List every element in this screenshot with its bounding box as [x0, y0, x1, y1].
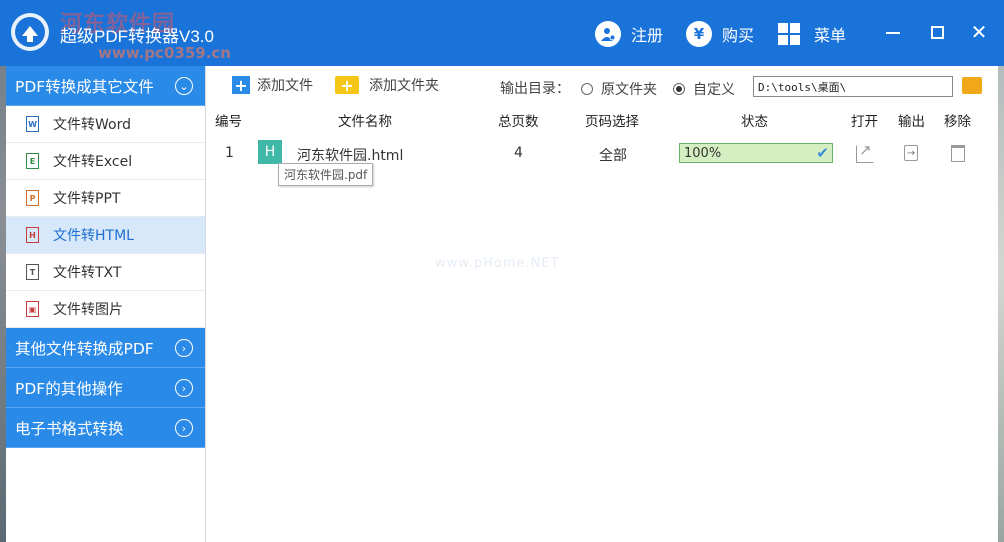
header-filename: 文件名称: [338, 114, 392, 130]
sidebar-item-word[interactable]: W 文件转Word: [6, 106, 205, 143]
category-pdf-ops[interactable]: PDF的其他操作 ›: [6, 368, 205, 408]
html-file-icon: H: [26, 227, 39, 243]
category-pdf-to-other[interactable]: PDF转换成其它文件 ⌄: [6, 66, 205, 106]
checkmark-icon: ✔: [816, 144, 829, 162]
app-logo-icon: [11, 13, 49, 51]
maximize-icon: [930, 25, 944, 39]
minimize-icon: [886, 32, 900, 34]
sidebar-item-image[interactable]: ▣ 文件转图片: [6, 291, 205, 328]
sidebar-item-html[interactable]: H 文件转HTML: [6, 217, 205, 254]
title-bar: 河东软件园 超级PDF转换器V3.0 www.pc0359.cn 注册 ¥ 购买…: [0, 0, 1004, 66]
category-ebook[interactable]: 电子书格式转换 ›: [6, 408, 205, 448]
radio-circle-checked: [673, 83, 685, 95]
txt-file-icon: T: [26, 264, 39, 280]
add-folder-label: 添加文件夹: [369, 78, 439, 94]
sidebar-item-excel[interactable]: E 文件转Excel: [6, 143, 205, 180]
watermark-url: www.pc0359.cn: [98, 44, 231, 62]
toolbar: + 添加文件 + 添加文件夹 输出目录： 原文件夹 自定义: [207, 66, 998, 106]
sidebar-item-label: 文件转PPT: [53, 191, 121, 207]
sidebar-item-label: 文件转HTML: [53, 228, 134, 244]
folder-plus-icon: +: [335, 76, 359, 95]
plus-icon: +: [232, 76, 250, 95]
add-file-button[interactable]: + 添加文件: [232, 75, 313, 95]
header-output: 输出: [898, 114, 925, 130]
header-remove: 移除: [944, 114, 971, 130]
header-open: 打开: [851, 114, 878, 130]
maximize-button[interactable]: [922, 18, 952, 46]
minimize-button[interactable]: [878, 18, 908, 46]
chevron-right-icon: ›: [175, 379, 193, 397]
radio-label: 原文件夹: [601, 82, 657, 98]
radio-circle: [581, 83, 593, 95]
header-page-select: 页码选择: [585, 114, 639, 130]
sidebar-item-ppt[interactable]: P 文件转PPT: [6, 180, 205, 217]
desktop-edge-right: [998, 0, 1004, 542]
menu-label: 菜单: [814, 26, 847, 45]
category-other-to-pdf[interactable]: 其他文件转换成PDF ›: [6, 328, 205, 368]
background-watermark: www.pHome.NET: [435, 256, 560, 271]
ppt-file-icon: P: [26, 190, 39, 206]
user-add-icon: [595, 21, 621, 47]
html-badge-icon: H: [258, 140, 282, 164]
chevron-down-icon: ⌄: [175, 77, 193, 95]
add-file-label: 添加文件: [257, 78, 313, 94]
progress-text: 100%: [684, 145, 722, 161]
row-page-select[interactable]: 全部: [599, 145, 627, 165]
register-label: 注册: [631, 26, 664, 45]
word-file-icon: W: [26, 116, 39, 132]
chevron-right-icon: ›: [175, 419, 193, 437]
buy-label: 购买: [722, 26, 755, 45]
category-label: PDF的其他操作: [15, 379, 123, 398]
output-dir-label: 输出目录：: [500, 81, 570, 97]
header-pages: 总页数: [498, 114, 539, 130]
category-label: 其他文件转换成PDF: [15, 339, 154, 358]
menu-button[interactable]: 菜单: [778, 20, 846, 48]
sidebar-item-label: 文件转图片: [53, 302, 123, 318]
radio-custom-folder[interactable]: 自定义: [673, 79, 735, 99]
buy-button[interactable]: ¥ 购买: [686, 20, 754, 48]
sidebar-item-label: 文件转TXT: [53, 265, 122, 281]
category-label: 电子书格式转换: [15, 419, 124, 438]
filename-tooltip: 河东软件园.pdf: [278, 163, 374, 186]
close-button[interactable]: ✕: [964, 18, 994, 46]
row-index: 1: [225, 145, 234, 161]
image-file-icon: ▣: [26, 301, 39, 317]
trash-icon[interactable]: [951, 145, 965, 162]
row-pages: 4: [514, 145, 523, 161]
progress-bar: 100% ✔: [679, 143, 833, 163]
main-panel: + 添加文件 + 添加文件夹 输出目录： 原文件夹 自定义 编号 文件名称 总页…: [207, 66, 998, 542]
yen-icon: ¥: [686, 21, 712, 47]
open-file-icon[interactable]: [856, 141, 874, 163]
radio-original-folder[interactable]: 原文件夹: [581, 79, 657, 99]
radio-label: 自定义: [693, 82, 735, 98]
sidebar: PDF转换成其它文件 ⌄ W 文件转Word E 文件转Excel P 文件转P…: [6, 66, 206, 542]
chevron-right-icon: ›: [175, 339, 193, 357]
header-index: 编号: [215, 114, 242, 130]
table-header: 编号 文件名称 总页数 页码选择 状态 打开 输出 移除: [207, 108, 987, 130]
register-button[interactable]: 注册: [595, 20, 663, 48]
menu-grid-icon: [778, 23, 800, 45]
sidebar-item-txt[interactable]: T 文件转TXT: [6, 254, 205, 291]
category-label: PDF转换成其它文件: [15, 77, 154, 96]
close-icon: ✕: [970, 20, 988, 44]
output-path-input[interactable]: [753, 76, 953, 97]
sidebar-item-label: 文件转Word: [53, 117, 131, 133]
excel-file-icon: E: [26, 153, 39, 169]
add-folder-button[interactable]: + 添加文件夹: [335, 75, 439, 95]
output-folder-icon[interactable]: →: [904, 145, 918, 161]
sidebar-item-label: 文件转Excel: [53, 154, 133, 170]
browse-folder-icon[interactable]: [962, 77, 982, 94]
row-filename: 河东软件园.html: [297, 148, 404, 164]
header-status: 状态: [741, 114, 768, 130]
